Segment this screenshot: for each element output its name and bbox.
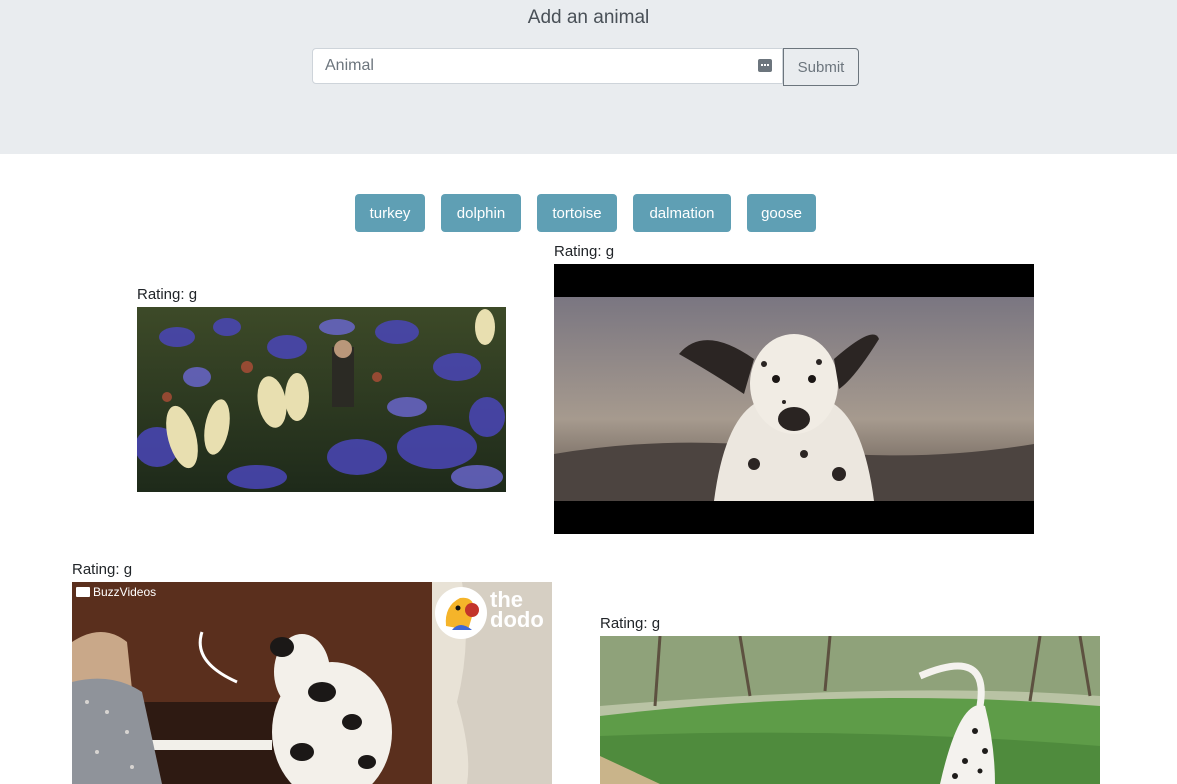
buzzvideos-watermark: BuzzVideos: [76, 585, 156, 599]
animal-buttons: turkey dolphin tortoise dalmation goose: [0, 194, 1177, 232]
gif-image[interactable]: [600, 636, 1100, 784]
cartoon-park-gif: [600, 636, 1100, 784]
gif-image[interactable]: BuzzVideos the dodo: [72, 582, 552, 784]
animal-button-goose[interactable]: goose: [747, 194, 816, 232]
page-title: Add an animal: [527, 7, 650, 28]
video-camera-icon: [76, 587, 90, 597]
gif-image[interactable]: [554, 264, 1034, 534]
add-animal-panel: Add an animal Submit: [0, 0, 1177, 154]
rating-label: Rating: g: [554, 243, 615, 260]
dodo-bird-icon: [435, 587, 487, 639]
animal-button-tortoise[interactable]: tortoise: [537, 194, 617, 232]
animal-input-container: [312, 48, 783, 84]
gif-card: Rating: g: [554, 243, 614, 261]
rating-label: Rating: g: [600, 615, 661, 632]
animal-button-dolphin[interactable]: dolphin: [441, 194, 521, 232]
animal-button-dalmation[interactable]: dalmation: [633, 194, 731, 232]
keyboard-icon[interactable]: [758, 59, 772, 72]
gif-card: Rating: g: [137, 286, 197, 304]
rating-label: Rating: g: [72, 561, 133, 578]
dalmatian-portrait-gif: [554, 297, 1034, 501]
gif-card: Rating: g: [72, 561, 132, 579]
gif-image[interactable]: [137, 307, 506, 492]
the-dodo-logo: the dodo: [434, 586, 552, 640]
gif-card: Rating: g: [600, 615, 660, 633]
animal-input[interactable]: [313, 49, 753, 83]
animal-button-turkey[interactable]: turkey: [355, 194, 425, 232]
rating-label: Rating: g: [137, 286, 198, 303]
submit-button[interactable]: Submit: [783, 48, 859, 86]
flower-field-gif: [137, 307, 506, 492]
